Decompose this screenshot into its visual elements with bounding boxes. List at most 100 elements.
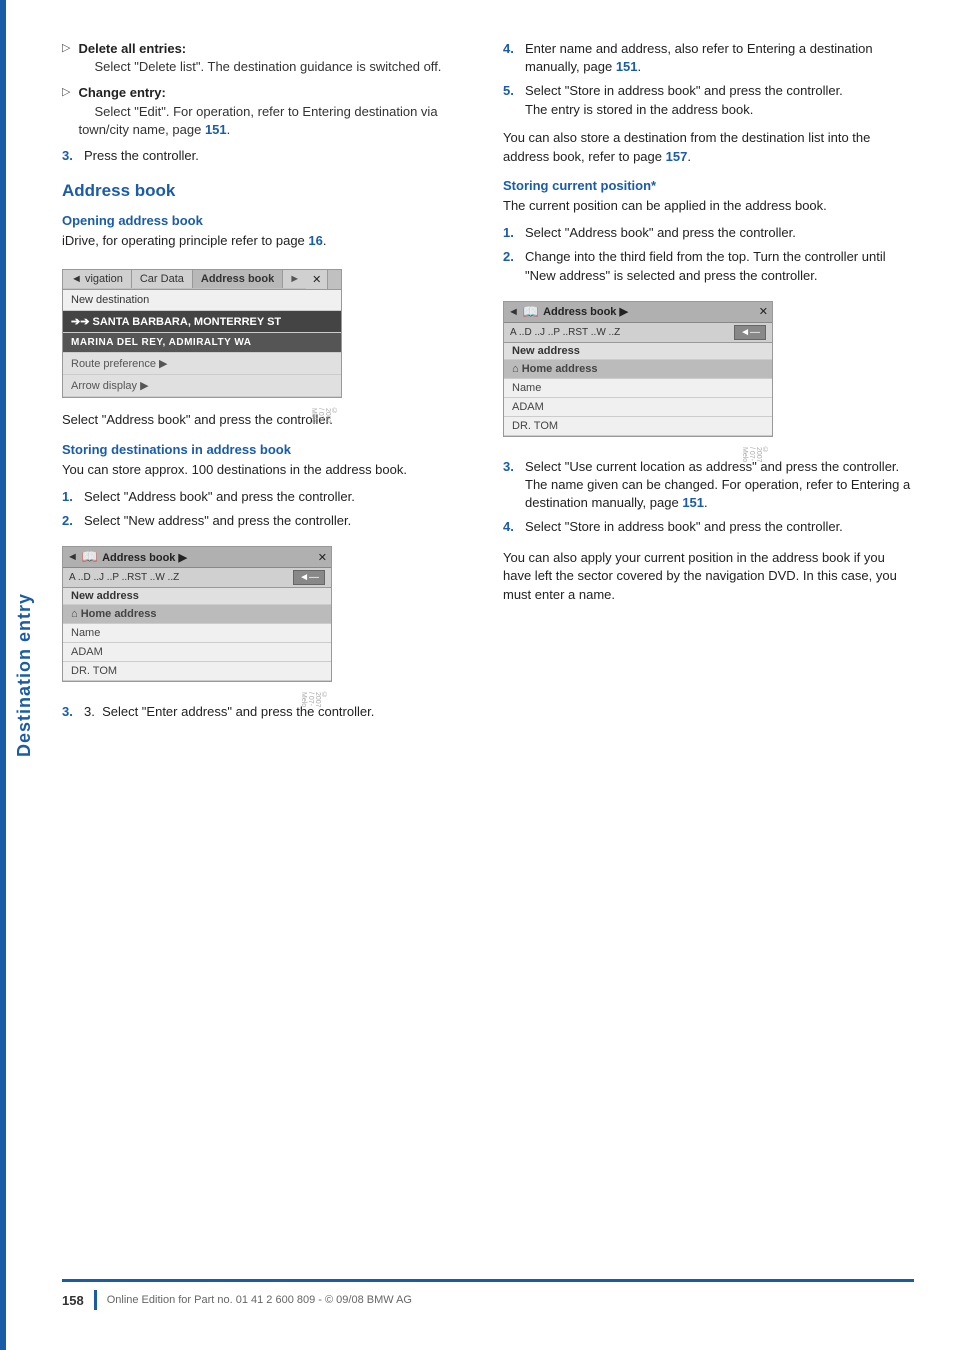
storing-intro: You can store approx. 100 destinations i… <box>62 461 473 480</box>
copyright-right: © 2007 / 07-Melo <box>741 447 769 463</box>
page-ref-151-right: 151 <box>616 59 638 74</box>
left-column: ▷ Delete all entries: Select "Delete lis… <box>62 40 473 1249</box>
nav-row-arrow-display: Arrow display ▶ <box>63 375 341 397</box>
addr-left-arrow-right: ◄ <box>508 306 519 318</box>
store-step3-num: 3. <box>62 703 78 721</box>
store-step3: 3. 3. Select "Enter address" and press t… <box>62 703 473 721</box>
nav-ui-wrapper: ◄ vigation Car Data Address book ► ✕ New… <box>62 259 342 408</box>
current-step4-num: 4. <box>503 518 519 536</box>
footer-divider <box>94 1290 97 1310</box>
step3-press: 3. Press the controller. <box>62 147 473 165</box>
opening-address-book-title: Opening address book <box>62 213 473 228</box>
addr-item-drtom-left: DR. TOM <box>63 662 331 681</box>
addr-close-icon-right: ✕ <box>759 305 768 318</box>
addr-ui-close-area-right: ✕ <box>759 305 768 318</box>
bullet-content-change: Change entry: Select "Edit". For operati… <box>78 84 473 139</box>
right-step5: 5. Select "Store in address book" and pr… <box>503 82 914 118</box>
addr-item-adam-right: ADAM <box>504 398 772 417</box>
addr-enter-btn-left: ◄— <box>293 570 325 585</box>
current-step4-text: Select "Store in address book" and press… <box>525 518 843 536</box>
store-step2-num: 2. <box>62 512 78 530</box>
nav-row-newdest: New destination <box>63 290 341 311</box>
current-step1: 1. Select "Address book" and press the c… <box>503 224 914 242</box>
bullet-content-delete: Delete all entries: Select "Delete list"… <box>78 40 473 76</box>
addr-ui-header-title-area-right: ◄ 📖 Address book ▶ <box>508 304 628 320</box>
store-step2-text: Select "New address" and press the contr… <box>84 512 351 530</box>
current-step2-num: 2. <box>503 248 519 284</box>
nav-ui: ◄ vigation Car Data Address book ► ✕ New… <box>62 269 342 398</box>
also-apply-text: You can also apply your current position… <box>503 549 914 606</box>
store-step2: 2. Select "New address" and press the co… <box>62 512 473 530</box>
page-footer: 158 Online Edition for Part no. 01 41 2 … <box>62 1279 914 1310</box>
addr-section-new-left: New address <box>63 588 331 605</box>
copyright-left-2: © 2007 / 07-Melo <box>300 692 328 708</box>
addr-section-new-right: New address <box>504 343 772 360</box>
storing-current-title: Storing current position* <box>503 178 914 193</box>
footer-page-num: 158 <box>62 1293 84 1308</box>
addr-book-icon: 📖 <box>82 549 98 565</box>
page-ref-151-change: 151 <box>205 122 227 137</box>
current-step3-text: Select "Use current location as address"… <box>525 458 914 513</box>
addr-book-icon-right: 📖 <box>523 304 539 320</box>
store-step1-num: 1. <box>62 488 78 506</box>
bullet-arrow-change: ▷ <box>62 85 70 139</box>
addr-title-text-right: Address book ▶ <box>543 305 628 318</box>
bullet-body-change: Select "Edit". For operation, refer to E… <box>78 104 437 137</box>
two-col-layout: ▷ Delete all entries: Select "Delete lis… <box>62 40 914 1249</box>
right-step5-text: Select "Store in address book" and press… <box>525 82 843 118</box>
addr-ui-close-area: ✕ <box>318 551 327 564</box>
right-step4: 4. Enter name and address, also refer to… <box>503 40 914 76</box>
nav-tab-cardata: Car Data <box>132 270 193 288</box>
right-column: 4. Enter name and address, also refer to… <box>503 40 914 1249</box>
address-book-title: Address book <box>62 181 473 201</box>
nav-row-route-pref: Route preference ▶ <box>63 353 341 375</box>
addr-item-adam-left: ADAM <box>63 643 331 662</box>
nav-tab-next: ► <box>283 270 306 288</box>
addr-ui-header-left: ◄ 📖 Address book ▶ ✕ <box>63 547 331 568</box>
current-step1-text: Select "Address book" and press the cont… <box>525 224 796 242</box>
nav-tab-addressbook: Address book <box>193 270 283 288</box>
side-label: Destination entry <box>6 0 42 1350</box>
storing-destinations-title: Storing destinations in address book <box>62 442 473 457</box>
step3-num: 3. <box>62 147 78 165</box>
addr-alpha-row-right: A ..D ..J ..P ..RST ..W ..Z ◄— <box>504 323 772 343</box>
current-step2-text: Change into the third field from the top… <box>525 248 914 284</box>
page-container: Destination entry ▷ Delete all entries: … <box>0 0 954 1350</box>
page-ref-151-step3: 151 <box>682 495 704 510</box>
current-step2: 2. Change into the third field from the … <box>503 248 914 284</box>
page-ref-157: 157 <box>666 149 688 164</box>
also-store-text: You can also store a destination from th… <box>503 129 914 167</box>
addr-title-text: Address book ▶ <box>102 551 187 564</box>
store-step1: 1. Select "Address book" and press the c… <box>62 488 473 506</box>
addr-item-name-left: Name <box>63 624 331 643</box>
bullet-delete: ▷ Delete all entries: Select "Delete lis… <box>62 40 473 76</box>
current-step1-num: 1. <box>503 224 519 242</box>
addr-item-name-right: Name <box>504 379 772 398</box>
bullet-arrow-delete: ▷ <box>62 41 70 76</box>
nav-tab-navigation: ◄ vigation <box>63 270 132 288</box>
addr-close-icon: ✕ <box>318 551 327 564</box>
nav-ui-header: ◄ vigation Car Data Address book ► ✕ <box>63 270 341 290</box>
addr-item-drtom-right: DR. TOM <box>504 417 772 436</box>
nav-row-marina: MARINA DEL REY, ADMIRALTY WA <box>63 333 341 353</box>
addr-alpha-text-right: A ..D ..J ..P ..RST ..W ..Z <box>510 327 620 338</box>
addr-ui-left: ◄ 📖 Address book ▶ ✕ A ..D ..J ..P ..RST… <box>62 546 332 682</box>
current-step3-num: 3. <box>503 458 519 513</box>
current-step4: 4. Select "Store in address book" and pr… <box>503 518 914 536</box>
addr-item-home-right: ⌂ Home address <box>504 360 772 379</box>
select-instruction: Select "Address book" and press the cont… <box>62 411 473 430</box>
addr-alpha-row-left: A ..D ..J ..P ..RST ..W ..Z ◄— <box>63 568 331 588</box>
storing-current-intro: The current position can be applied in t… <box>503 197 914 216</box>
nav-tab-close: ✕ <box>306 270 328 289</box>
addr-item-home-left: ⌂ Home address <box>63 605 331 624</box>
addr-left-arrow: ◄ <box>67 551 78 563</box>
addr-ui-header-right: ◄ 📖 Address book ▶ ✕ <box>504 302 772 323</box>
bullet-change: ▷ Change entry: Select "Edit". For opera… <box>62 84 473 139</box>
addr-ui-wrapper-right: ◄ 📖 Address book ▶ ✕ A ..D ..J ..P ..RST… <box>503 291 773 447</box>
bullet-title-change: Change entry: <box>78 85 165 100</box>
right-step5-num: 5. <box>503 82 519 118</box>
store-step1-text: Select "Address book" and press the cont… <box>84 488 355 506</box>
addr-ui-right: ◄ 📖 Address book ▶ ✕ A ..D ..J ..P ..RST… <box>503 301 773 437</box>
main-content: ▷ Delete all entries: Select "Delete lis… <box>42 0 954 1350</box>
addr-alpha-text-left: A ..D ..J ..P ..RST ..W ..Z <box>69 572 179 583</box>
